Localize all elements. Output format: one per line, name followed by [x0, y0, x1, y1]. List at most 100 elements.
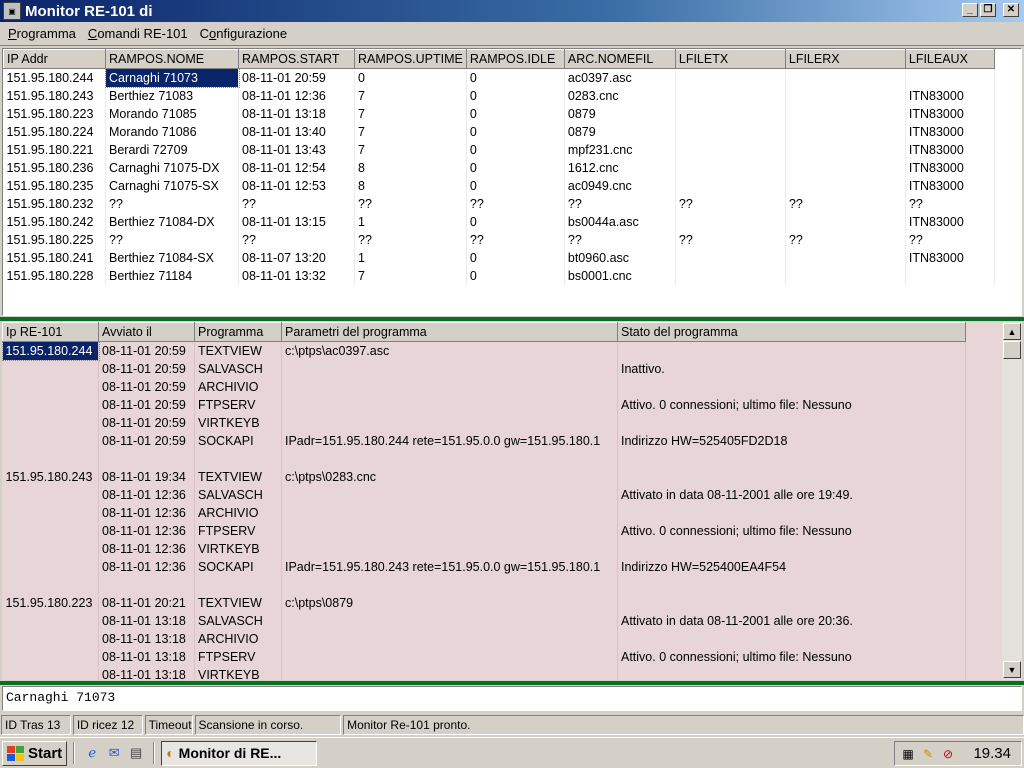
menu-programma[interactable]: Programma	[2, 26, 82, 41]
program-table-column-header[interactable]: Parametri del programma	[281, 322, 618, 342]
program-table-row[interactable]: 151.95.180.244 08-11-01 20:59 TEXTVIEW c:\p…	[2, 340, 966, 361]
program-table-cell	[194, 449, 282, 468]
program-table-row[interactable]: 151.95.180.223 08-11-01 20:21 TEXTVIEW c:\p…	[2, 593, 966, 612]
network-tray-icon[interactable]: ▦	[899, 746, 917, 762]
status-table-cell: 151.95.180.243	[3, 86, 106, 105]
program-list-grid[interactable]: Ip RE-101 Avviato il Programma Parametri de…	[2, 322, 1002, 680]
program-table-row[interactable]: 08-11-01 13:18 ARCHIVIO	[2, 629, 966, 648]
status-table-cell: 08-11-01 12:36	[238, 86, 355, 105]
status-table-row[interactable]: 151.95.180.223 Morando 71085 08-11-01 13:1…	[3, 104, 995, 123]
program-table-row[interactable]: 08-11-01 13:18 VIRTKEYB	[2, 665, 966, 680]
program-table-row[interactable]: 08-11-01 20:59 SALVASCH Inattivo.	[2, 359, 966, 378]
status-table-row[interactable]: 151.95.180.242 Berthiez 71084-DX 08-11-01 …	[3, 212, 995, 231]
start-button[interactable]: Start	[2, 740, 68, 766]
program-table-cell: 08-11-01 13:18	[98, 665, 195, 680]
status-table-cell: 08-11-01 12:53	[238, 176, 355, 195]
status-table-column-header[interactable]: LFILEAUX	[904, 49, 995, 69]
program-table-cell: 08-11-01 20:59	[98, 395, 195, 414]
status-table-row[interactable]: 151.95.180.241 Berthiez 71084-SX 08-11-07 …	[3, 248, 995, 267]
internet-explorer-icon[interactable]: ℯ	[83, 744, 101, 762]
show-desktop-icon[interactable]: ▤	[127, 744, 145, 762]
program-table-row[interactable]: 08-11-01 13:18 FTPSERV Attivo. 0 connessio…	[2, 647, 966, 666]
close-button[interactable]: ✕	[1003, 3, 1019, 17]
program-table-cell: TEXTVIEW	[194, 467, 282, 486]
program-table-row[interactable]: 08-11-01 20:59 VIRTKEYB	[2, 413, 966, 432]
minimize-button[interactable]: _	[962, 3, 978, 17]
selected-machine-field[interactable]: Carnaghi 71073	[2, 686, 1022, 711]
program-table-cell	[617, 503, 966, 522]
status-table-cell: ??	[675, 230, 786, 249]
program-table-cell: Indirizzo HW=525400EA4F54	[617, 557, 966, 576]
antivirus-tray-icon[interactable]: ⊘	[939, 746, 957, 762]
program-table: Ip RE-101 Avviato il Programma Parametri de…	[2, 322, 966, 680]
status-table-column-header[interactable]: RAMPOS.IDLE	[465, 49, 565, 69]
program-table-column-header[interactable]: Stato del programma	[617, 322, 966, 342]
scheduler-tray-icon[interactable]: ✎	[919, 746, 937, 762]
program-table-cell: SALVASCH	[194, 485, 282, 504]
status-table-cell: 08-11-01 13:40	[238, 122, 355, 141]
program-table-row[interactable]: 08-11-01 20:59 ARCHIVIO	[2, 377, 966, 396]
menu-programma-label: rogramma	[16, 26, 76, 41]
program-table-cell	[617, 539, 966, 558]
status-table-column-header[interactable]: RAMPOS.UPTIME	[354, 49, 467, 69]
program-table-cell	[2, 485, 99, 504]
status-table-row[interactable]: 151.95.180.244 Carnaghi 71073 08-11-01 20:…	[3, 67, 995, 88]
status-table-cell: 151.95.180.232	[3, 194, 106, 213]
program-table-row[interactable]: 151.95.180.243 08-11-01 19:34 TEXTVIEW c:\p…	[2, 467, 966, 486]
status-table-cell: Berardi 72709	[105, 140, 239, 159]
program-table-row[interactable]: 08-11-01 20:59 SOCKAPI IPadr=151.95.180.24…	[2, 431, 966, 450]
app-icon[interactable]: ▣	[3, 2, 21, 20]
title-bar[interactable]: ▣ Monitor RE-101 di _ ❐ ✕	[0, 0, 1024, 22]
status-table-cell: Morando 71086	[105, 122, 239, 141]
program-table-column-header[interactable]: Ip RE-101	[2, 322, 99, 342]
status-table-row[interactable]: 151.95.180.228 Berthiez 71184 08-11-01 13:…	[3, 266, 995, 285]
vertical-scrollbar[interactable]: ▲ ▼	[1002, 322, 1022, 680]
status-table-cell: 0	[466, 248, 565, 267]
program-table-cell	[617, 665, 966, 680]
maximize-button[interactable]: ❐	[980, 3, 996, 17]
program-table-row[interactable]: 08-11-01 12:36 ARCHIVIO	[2, 503, 966, 522]
program-table-row[interactable]: 08-11-01 12:36 SOCKAPI IPadr=151.95.180.24…	[2, 557, 966, 576]
status-table-cell	[785, 86, 906, 105]
re101-status-grid[interactable]: IP Addr RAMPOS.NOME RAMPOS.START RAMPOS.UPT…	[2, 48, 1022, 316]
menu-comandi-label: omandi RE-101	[97, 26, 188, 41]
outlook-express-icon[interactable]: ✉	[105, 744, 123, 762]
program-table-column-header[interactable]: Avviato il	[98, 322, 195, 342]
program-table-cell: 08-11-01 13:18	[98, 611, 195, 630]
program-table-row[interactable]	[2, 575, 966, 594]
status-table-row[interactable]: 151.95.180.221 Berardi 72709 08-11-01 13:4…	[3, 140, 995, 159]
status-table-row[interactable]: 151.95.180.243 Berthiez 71083 08-11-01 12:…	[3, 86, 995, 105]
status-table-column-header[interactable]: RAMPOS.NOME	[105, 49, 239, 69]
scroll-thumb[interactable]	[1003, 341, 1021, 359]
program-table-cell	[617, 467, 966, 486]
menu-comandi[interactable]: Comandi RE-101	[82, 26, 194, 41]
status-table-row[interactable]: 151.95.180.224 Morando 71086 08-11-01 13:4…	[3, 122, 995, 141]
splitter-bottom[interactable]	[0, 681, 1024, 685]
status-table-row[interactable]: 151.95.180.232????????????????	[3, 194, 995, 213]
status-table-cell: ??	[785, 194, 906, 213]
status-table-column-header[interactable]: ARC.NOMEFIL	[563, 49, 676, 69]
program-table-row[interactable]: 08-11-01 13:18 SALVASCH Attivato in data 0…	[2, 611, 966, 630]
status-table-row[interactable]: 151.95.180.236 Carnaghi 71075-DX 08-11-01 …	[3, 158, 995, 177]
program-table-row[interactable]	[2, 449, 966, 468]
taskbar-task-monitor[interactable]: ◐ Monitor di RE...	[161, 740, 318, 766]
status-table-row[interactable]: 151.95.180.225????????????????	[3, 230, 995, 249]
status-table-column-header[interactable]: RAMPOS.START	[238, 49, 355, 69]
program-table-column-header[interactable]: Programma	[194, 322, 282, 342]
program-table-row[interactable]: 08-11-01 12:36 VIRTKEYB	[2, 539, 966, 558]
program-table-row[interactable]: 08-11-01 20:59 FTPSERV Attivo. 0 connessio…	[2, 395, 966, 414]
program-table-row[interactable]: 08-11-01 12:36 FTPSERV Attivo. 0 connessio…	[2, 521, 966, 540]
splitter-top[interactable]	[0, 317, 1024, 321]
status-table-cell: Berthiez 71084-DX	[105, 212, 239, 231]
status-table-row[interactable]: 151.95.180.235 Carnaghi 71075-SX 08-11-01 …	[3, 176, 995, 195]
menu-configurazione[interactable]: Configurazione	[194, 26, 293, 41]
status-table-cell: 151.95.180.241	[3, 248, 106, 267]
program-table-cell	[281, 611, 618, 630]
status-table-column-header[interactable]: LFILETX	[674, 49, 786, 69]
program-table-row[interactable]: 08-11-01 12:36 SALVASCH Attivato in data 0…	[2, 485, 966, 504]
scroll-down-arrow-icon[interactable]: ▼	[1003, 661, 1021, 678]
scroll-up-arrow-icon[interactable]: ▲	[1003, 323, 1021, 340]
program-table-cell	[2, 557, 99, 576]
status-table-column-header[interactable]: IP Addr	[3, 49, 106, 69]
status-table-column-header[interactable]: LFILERX	[784, 49, 906, 69]
